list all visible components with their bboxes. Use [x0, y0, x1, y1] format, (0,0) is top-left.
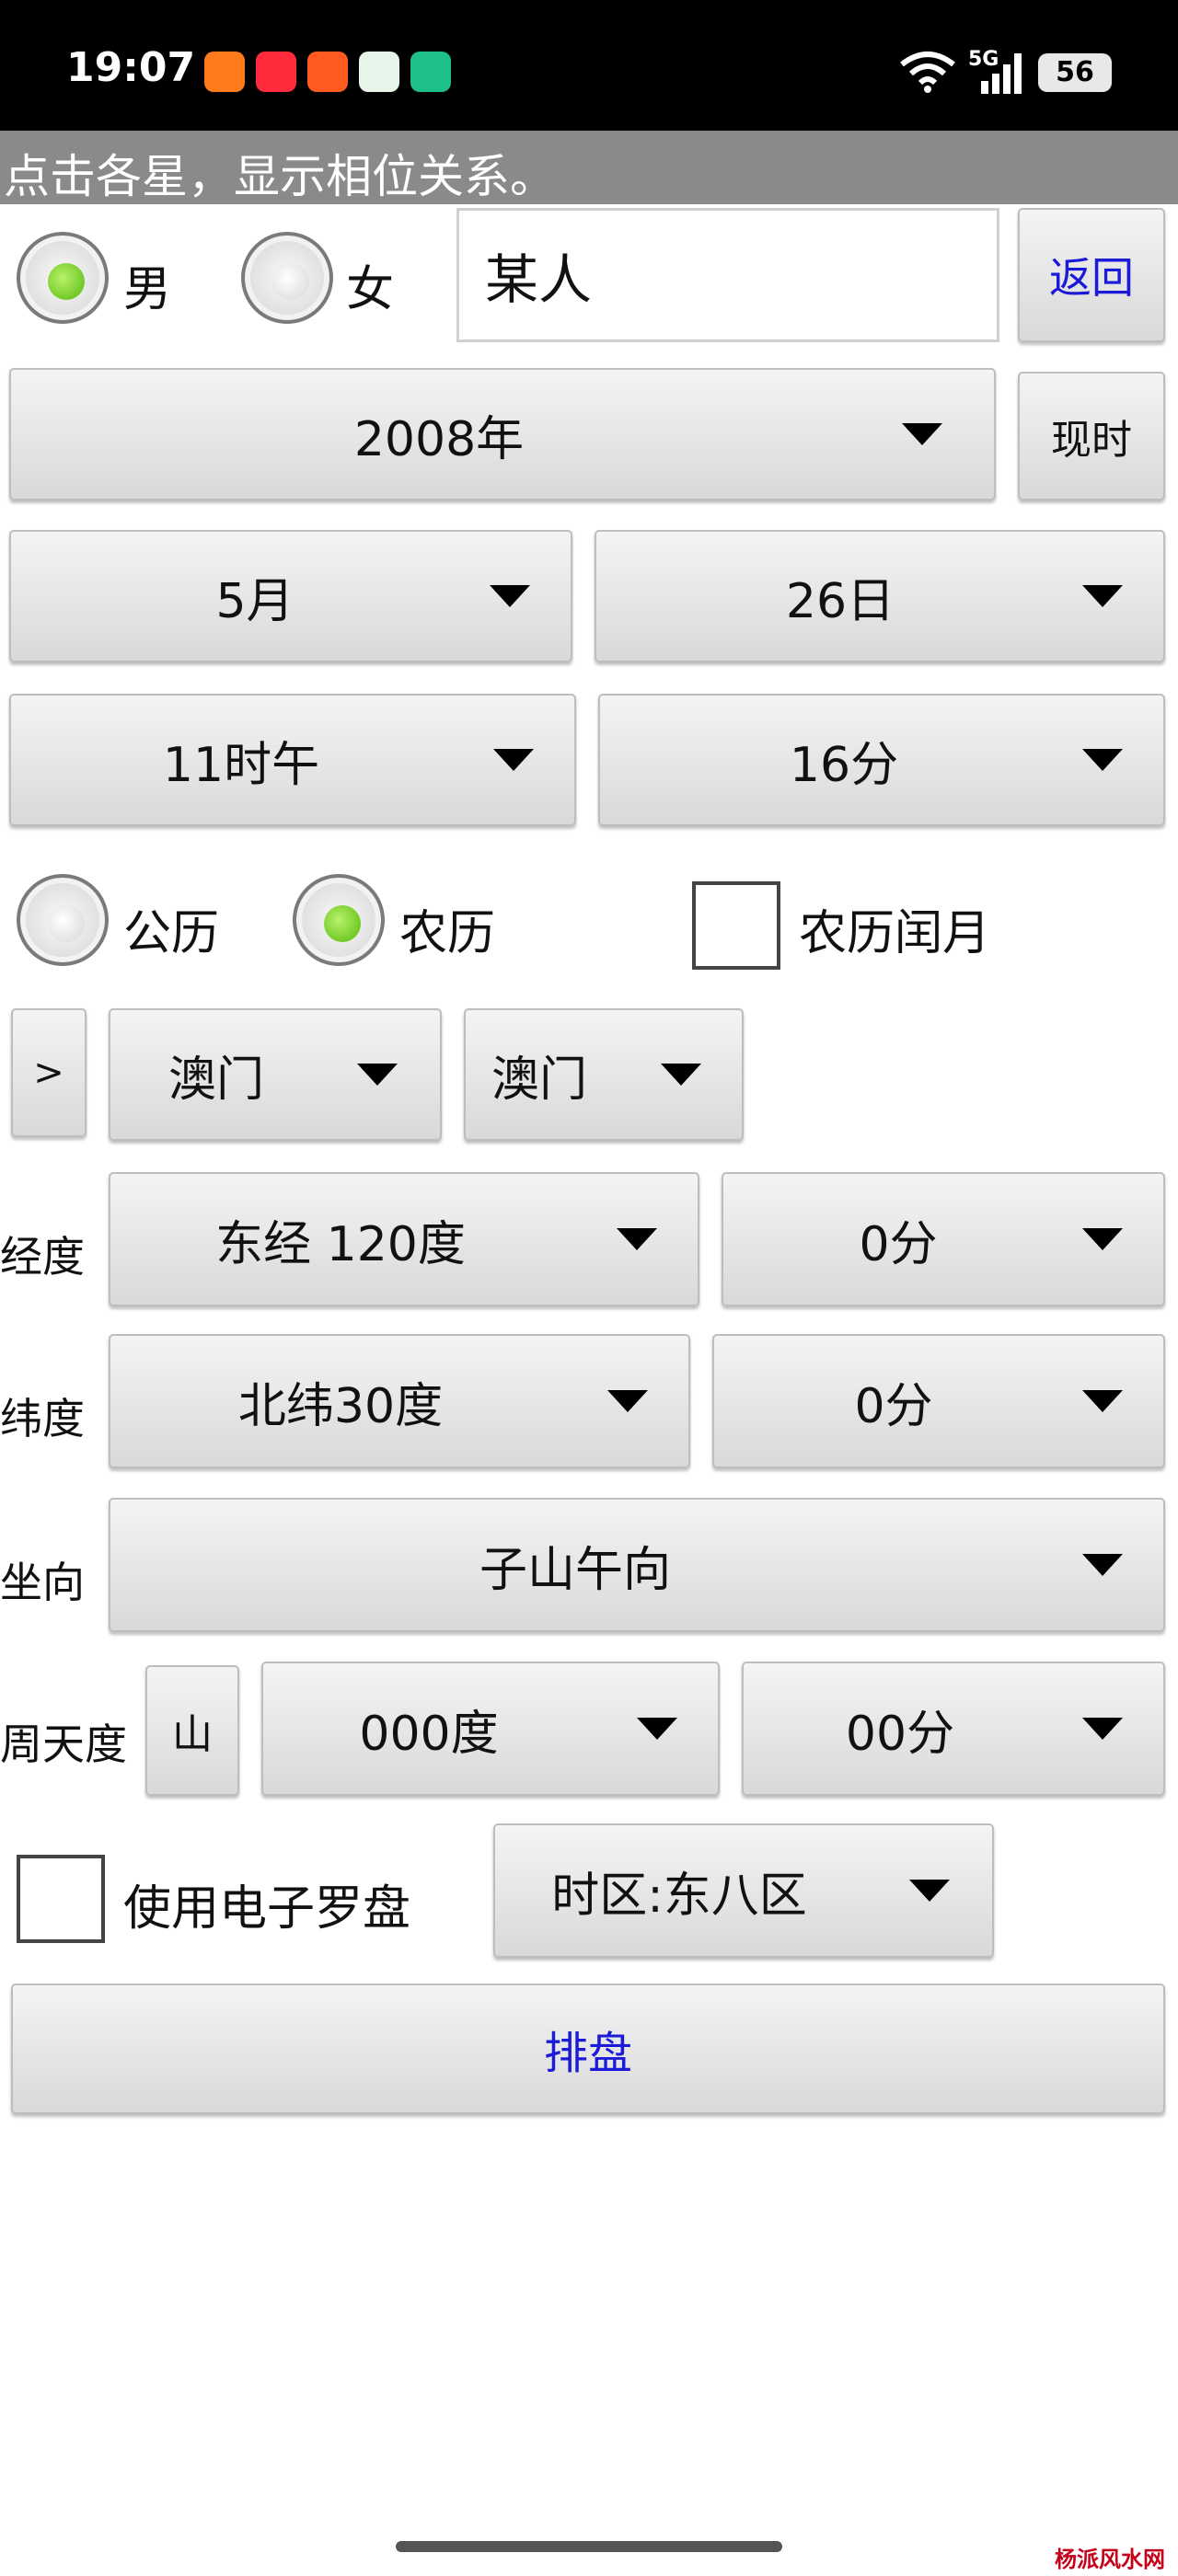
lunar-radio-dot [324, 905, 361, 942]
chevron-down-icon [1082, 1390, 1123, 1412]
solar-label: 公历 [123, 906, 220, 961]
chevron-down-icon [909, 1880, 950, 1902]
region-value: 澳门 [167, 1052, 264, 1108]
chevron-down-icon [490, 585, 530, 607]
battery-icon: 56 [1038, 53, 1112, 92]
home-app-icon [359, 52, 399, 92]
status-time: 19:07 [66, 44, 196, 91]
solar-radio-dot [48, 905, 85, 942]
longitude-minutes-value: 0分 [859, 1216, 938, 1272]
region-spinner[interactable]: 澳门 [109, 1008, 442, 1141]
latitude-minutes-value: 0分 [854, 1378, 933, 1434]
timezone-spinner[interactable]: 时区:东八区 [493, 1823, 994, 1958]
male-radio-dot [48, 263, 85, 300]
chevron-down-icon [493, 749, 534, 771]
female-radio[interactable] [241, 232, 333, 324]
video-app-icon [204, 52, 245, 92]
zhoutian-minutes-value: 00分 [845, 1706, 955, 1762]
zhoutian-label: 周天度 [0, 1719, 127, 1769]
chevron-down-icon [1082, 585, 1123, 607]
chevron-down-icon [902, 423, 942, 445]
female-radio-dot [272, 263, 309, 300]
minute-spinner[interactable]: 16分 [598, 694, 1165, 826]
chart-button[interactable]: 排盘 [11, 1984, 1165, 2114]
signal-icon [981, 53, 1022, 94]
wifi-icon [900, 52, 955, 93]
latitude-label: 纬度 [0, 1394, 85, 1443]
now-button[interactable]: 现时 [1018, 372, 1165, 500]
chevron-down-icon [1082, 1554, 1123, 1576]
leap-month-label: 农历闰月 [799, 906, 991, 961]
solar-radio[interactable] [17, 874, 109, 966]
lunar-label: 农历 [399, 906, 496, 961]
chevron-down-icon [607, 1390, 648, 1412]
hint-bar: 点击各星，显示相位关系。 [0, 131, 1178, 204]
leap-month-checkbox[interactable] [692, 881, 780, 970]
zhoutian-degrees-value: 000度 [359, 1706, 499, 1762]
chevron-down-icon [1082, 749, 1123, 771]
chevron-down-icon [1082, 1228, 1123, 1250]
game-app-icon [307, 52, 348, 92]
male-radio[interactable] [17, 232, 109, 324]
latitude-minutes-spinner[interactable]: 0分 [712, 1334, 1165, 1468]
compass-label: 使用电子罗盘 [123, 1881, 411, 1937]
longitude-minutes-spinner[interactable]: 0分 [722, 1172, 1165, 1306]
chevron-down-icon [637, 1718, 677, 1740]
orientation-label: 坐向 [0, 1558, 85, 1607]
sync-app-icon [410, 52, 451, 92]
longitude-degrees-value: 东经 120度 [215, 1216, 466, 1272]
latitude-degrees-spinner[interactable]: 北纬30度 [109, 1334, 690, 1468]
status-bar: 19:07 5G 56 [0, 0, 1178, 131]
home-indicator[interactable] [396, 2541, 782, 2552]
chevron-down-icon [357, 1064, 398, 1086]
male-label: 男 [123, 262, 172, 317]
longitude-degrees-spinner[interactable]: 东经 120度 [109, 1172, 699, 1306]
city-value: 澳门 [491, 1052, 587, 1108]
zhoutian-degrees-spinner[interactable]: 000度 [261, 1662, 720, 1796]
chevron-down-icon [617, 1228, 657, 1250]
female-label: 女 [346, 262, 395, 317]
timezone-value: 时区:东八区 [551, 1868, 807, 1924]
back-button[interactable]: 返回 [1018, 208, 1165, 342]
month-spinner[interactable]: 5月 [9, 530, 572, 662]
mountain-button[interactable]: 山 [145, 1665, 239, 1796]
hour-value: 11时午 [162, 737, 320, 793]
zhoutian-minutes-spinner[interactable]: 00分 [742, 1662, 1165, 1796]
watermark-text: 杨派风水网 [1055, 2546, 1165, 2572]
orientation-spinner[interactable]: 子山午向 [109, 1498, 1165, 1632]
name-input[interactable]: 某人 [456, 208, 999, 342]
longitude-label: 经度 [0, 1232, 85, 1282]
year-value: 2008年 [353, 411, 525, 467]
compass-checkbox[interactable] [17, 1855, 105, 1943]
hint-text: 点击各星，显示相位关系。 [4, 150, 556, 203]
month-value: 5月 [215, 573, 294, 629]
xiaohongshu-app-icon [256, 52, 296, 92]
expand-button[interactable]: > [11, 1008, 87, 1137]
chevron-down-icon [661, 1064, 701, 1086]
hour-spinner[interactable]: 11时午 [9, 694, 576, 826]
orientation-value: 子山午向 [479, 1542, 671, 1598]
latitude-degrees-value: 北纬30度 [237, 1378, 444, 1434]
year-spinner[interactable]: 2008年 [9, 368, 996, 500]
day-spinner[interactable]: 26日 [595, 530, 1165, 662]
chevron-down-icon [1082, 1718, 1123, 1740]
minute-value: 16分 [789, 737, 899, 793]
lunar-radio[interactable] [293, 874, 385, 966]
day-value: 26日 [785, 573, 895, 629]
city-spinner[interactable]: 澳门 [464, 1008, 744, 1141]
